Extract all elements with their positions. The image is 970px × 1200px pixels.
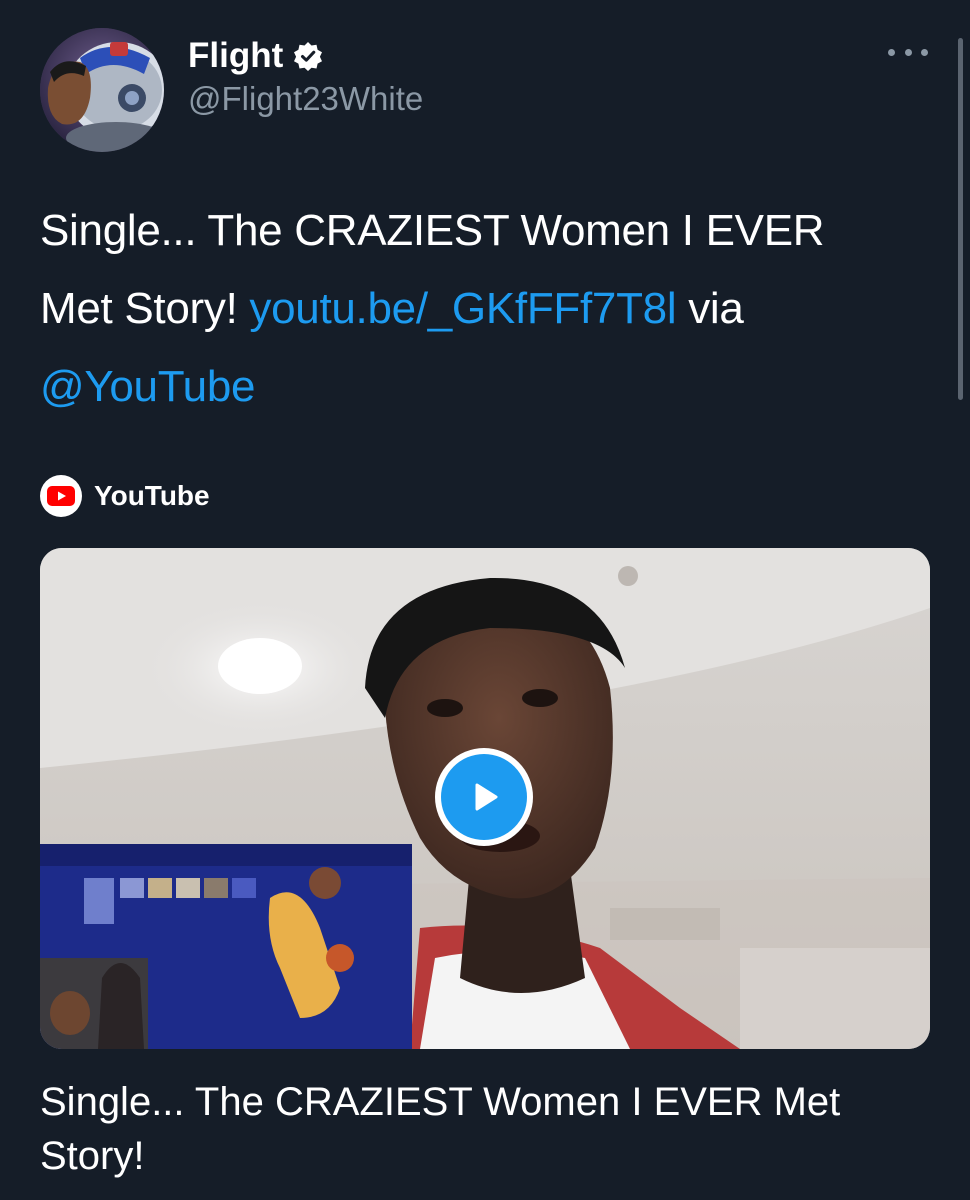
card-source[interactable]: YouTube bbox=[40, 474, 210, 518]
tweet-text: Single... The CRAZIEST Women I EVER Met … bbox=[40, 192, 870, 426]
youtube-icon bbox=[40, 475, 82, 517]
astronaut-helmet-avatar-image bbox=[40, 28, 164, 152]
card-title[interactable]: Single... The CRAZIEST Women I EVER Met … bbox=[40, 1075, 930, 1183]
play-button[interactable] bbox=[435, 748, 533, 846]
avatar[interactable] bbox=[40, 28, 164, 152]
more-options-icon[interactable] bbox=[888, 40, 928, 64]
verified-badge-icon bbox=[293, 41, 323, 71]
author-name-row[interactable]: Flight bbox=[188, 34, 323, 78]
tweet-text-part: via bbox=[676, 284, 744, 333]
more-dot bbox=[921, 48, 928, 56]
more-dot bbox=[888, 48, 895, 56]
play-icon bbox=[441, 754, 527, 840]
author-handle[interactable]: @Flight23White bbox=[188, 80, 423, 118]
card-source-label: YouTube bbox=[94, 480, 210, 511]
more-dot bbox=[904, 48, 912, 56]
tweet-mention[interactable]: @YouTube bbox=[40, 362, 255, 411]
scrollbar[interactable] bbox=[958, 38, 963, 400]
tweet-link[interactable]: youtu.be/_GKfFFf7T8l bbox=[249, 284, 676, 333]
author-name[interactable]: Flight bbox=[188, 36, 283, 76]
